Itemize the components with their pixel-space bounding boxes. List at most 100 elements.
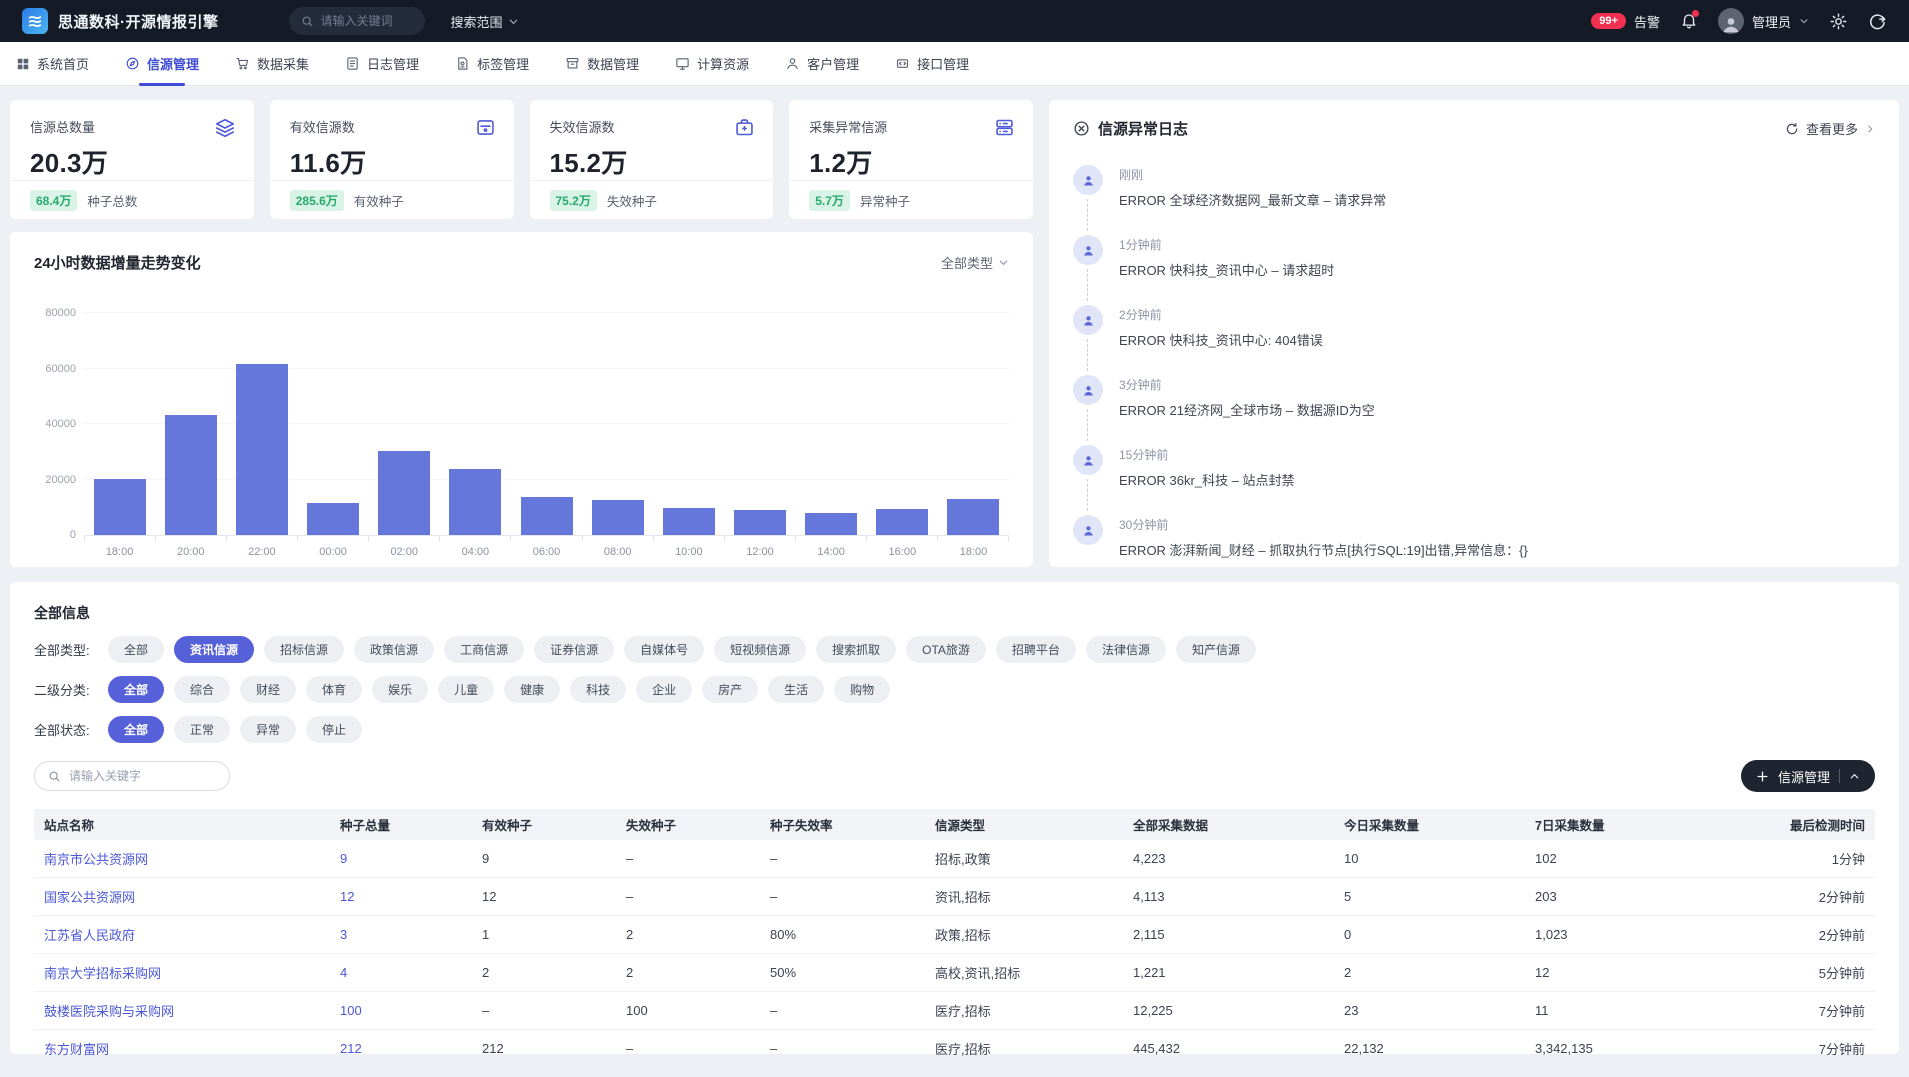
stat-badge: 68.4万	[30, 190, 77, 211]
filter-pill-搜索抓取[interactable]: 搜索抓取	[816, 636, 896, 663]
search-scope-label: 搜索范围	[451, 12, 503, 31]
table-cell: 2	[616, 927, 760, 942]
seed-total-link[interactable]: 9	[330, 851, 472, 866]
filter-pill-全部[interactable]: 全部	[108, 636, 164, 663]
x-axis-label: 02:00	[369, 546, 440, 558]
bar-06:00	[521, 497, 573, 535]
filter-pill-自媒体号[interactable]: 自媒体号	[624, 636, 704, 663]
error-log-title: 信源异常日志	[1098, 118, 1188, 139]
x-axis-label: 18:00	[938, 546, 1009, 558]
chevron-up-icon[interactable]	[1849, 771, 1860, 782]
filter-pill-全部[interactable]: 全部	[108, 716, 164, 743]
nav-tab-compass[interactable]: 信源管理	[125, 42, 199, 86]
table-cell: 招标,政策	[925, 849, 1123, 868]
filter-pill-生活[interactable]: 生活	[768, 676, 824, 703]
keyword-search-input[interactable]	[69, 769, 209, 783]
filter-pill-综合[interactable]: 综合	[174, 676, 230, 703]
global-search[interactable]	[289, 7, 425, 35]
table-row: 东方财富网212212––医疗,招标445,43222,1323,342,135…	[34, 1030, 1875, 1068]
filter-pill-短视频信源[interactable]: 短视频信源	[714, 636, 806, 663]
stat-badge-label: 失效种子	[607, 191, 657, 210]
seed-total-link[interactable]: 12	[330, 889, 472, 904]
y-axis-label: 60000	[28, 363, 76, 375]
nav-tab-tag[interactable]: 标签管理	[455, 42, 529, 86]
person-icon	[1073, 445, 1103, 475]
global-search-input[interactable]	[321, 14, 411, 28]
column-header: 种子总量	[330, 815, 472, 834]
user-menu[interactable]: 管理员	[1718, 8, 1809, 34]
nav-tab-monitor[interactable]: 计算资源	[675, 42, 749, 86]
filter-pill-娱乐[interactable]: 娱乐	[372, 676, 428, 703]
nav-tab-api[interactable]: 接口管理	[895, 42, 969, 86]
stat-value: 11.6万	[290, 143, 494, 180]
nav-tab-archive[interactable]: 数据管理	[565, 42, 639, 86]
filter-pill-招聘平台[interactable]: 招聘平台	[996, 636, 1076, 663]
nav-tab-grid[interactable]: 系统首页	[16, 42, 89, 86]
table-cell: –	[760, 889, 925, 904]
filter-pill-证券信源[interactable]: 证券信源	[534, 636, 614, 663]
x-axis-label: 00:00	[297, 546, 368, 558]
nav-tab-cart[interactable]: 数据采集	[235, 42, 309, 86]
button-divider	[1839, 769, 1840, 783]
filter-pill-招标信源[interactable]: 招标信源	[264, 636, 344, 663]
search-scope-dropdown[interactable]: 搜索范围	[451, 12, 519, 31]
site-name-link[interactable]: 江苏省人民政府	[34, 925, 330, 944]
filter-pill-工商信源[interactable]: 工商信源	[444, 636, 524, 663]
seed-total-link[interactable]: 100	[330, 1003, 472, 1018]
error-log-item: 3分钟前ERROR 21经济网_全球市场 – 数据源ID为空	[1073, 375, 1875, 445]
seed-total-link[interactable]: 3	[330, 927, 472, 942]
filter-pill-房产[interactable]: 房产	[702, 676, 758, 703]
nav-tab-label: 接口管理	[917, 54, 969, 73]
filter-pill-购物[interactable]: 购物	[834, 676, 890, 703]
filter-pill-体育[interactable]: 体育	[306, 676, 362, 703]
site-name-link[interactable]: 国家公共资源网	[34, 887, 330, 906]
filter-pill-知产信源[interactable]: 知产信源	[1176, 636, 1256, 663]
filter-pill-正常[interactable]: 正常	[174, 716, 230, 743]
filter-pill-异常[interactable]: 异常	[240, 716, 296, 743]
x-axis-label: 22:00	[226, 546, 297, 558]
filter-pill-OTA旅游[interactable]: OTA旅游	[906, 636, 986, 663]
source-manage-button[interactable]: 信源管理	[1741, 760, 1875, 792]
filter-pill-资讯信源[interactable]: 资讯信源	[174, 636, 254, 663]
x-axis-label: 08:00	[582, 546, 653, 558]
settings-gear-icon[interactable]	[1829, 12, 1848, 31]
log-time: 1分钟前	[1119, 235, 1334, 253]
keyword-search[interactable]	[34, 761, 230, 791]
x-axis-label: 10:00	[653, 546, 724, 558]
chart-type-dropdown[interactable]: 全部类型	[941, 253, 1009, 272]
filter-pill-科技[interactable]: 科技	[570, 676, 626, 703]
bar-22:00	[236, 364, 288, 535]
log-time: 3分钟前	[1119, 375, 1375, 393]
alarm-entry[interactable]: 99+ 告警	[1591, 12, 1660, 31]
nav-tab-label: 客户管理	[807, 54, 859, 73]
seed-total-link[interactable]: 212	[330, 1041, 472, 1056]
main-nav: 系统首页信源管理数据采集日志管理标签管理数据管理计算资源 客户管理 接口管理	[0, 42, 1909, 86]
filter-pill-全部[interactable]: 全部	[108, 676, 164, 703]
logout-icon[interactable]	[1868, 12, 1887, 31]
filter-pill-政策信源[interactable]: 政策信源	[354, 636, 434, 663]
chevron-down-icon	[508, 16, 519, 27]
nav-tab-log[interactable]: 日志管理	[345, 42, 419, 86]
filter-pill-财经[interactable]: 财经	[240, 676, 296, 703]
log-message: ERROR 全球经济数据网_最新文章 – 请求异常	[1119, 190, 1386, 209]
vault-icon	[475, 117, 496, 138]
refresh-icon[interactable]	[1785, 122, 1799, 136]
site-name-link[interactable]: 鼓楼医院采购与采购网	[34, 1001, 330, 1020]
filter-pill-健康[interactable]: 健康	[504, 676, 560, 703]
filter-pill-法律信源[interactable]: 法律信源	[1086, 636, 1166, 663]
filter-pill-儿童[interactable]: 儿童	[438, 676, 494, 703]
filter-pill-企业[interactable]: 企业	[636, 676, 692, 703]
site-name-link[interactable]: 南京大学招标采购网	[34, 963, 330, 982]
filter-pill-停止[interactable]: 停止	[306, 716, 362, 743]
seed-total-link[interactable]: 4	[330, 965, 472, 980]
filter-row-label: 全部类型:	[34, 640, 102, 659]
bar-02:00	[378, 451, 430, 535]
table-row: 国家公共资源网1212––资讯,招标4,11352032分钟前	[34, 878, 1875, 916]
table-cell: 10	[1334, 851, 1525, 866]
view-more-link[interactable]: 查看更多	[1785, 119, 1875, 138]
notification-bell-icon[interactable]	[1680, 12, 1698, 30]
nav-tab-user[interactable]: 客户管理	[785, 42, 859, 86]
site-name-link[interactable]: 南京市公共资源网	[34, 849, 330, 868]
table-cell: 12,225	[1123, 1003, 1334, 1018]
site-name-link[interactable]: 东方财富网	[34, 1039, 330, 1058]
